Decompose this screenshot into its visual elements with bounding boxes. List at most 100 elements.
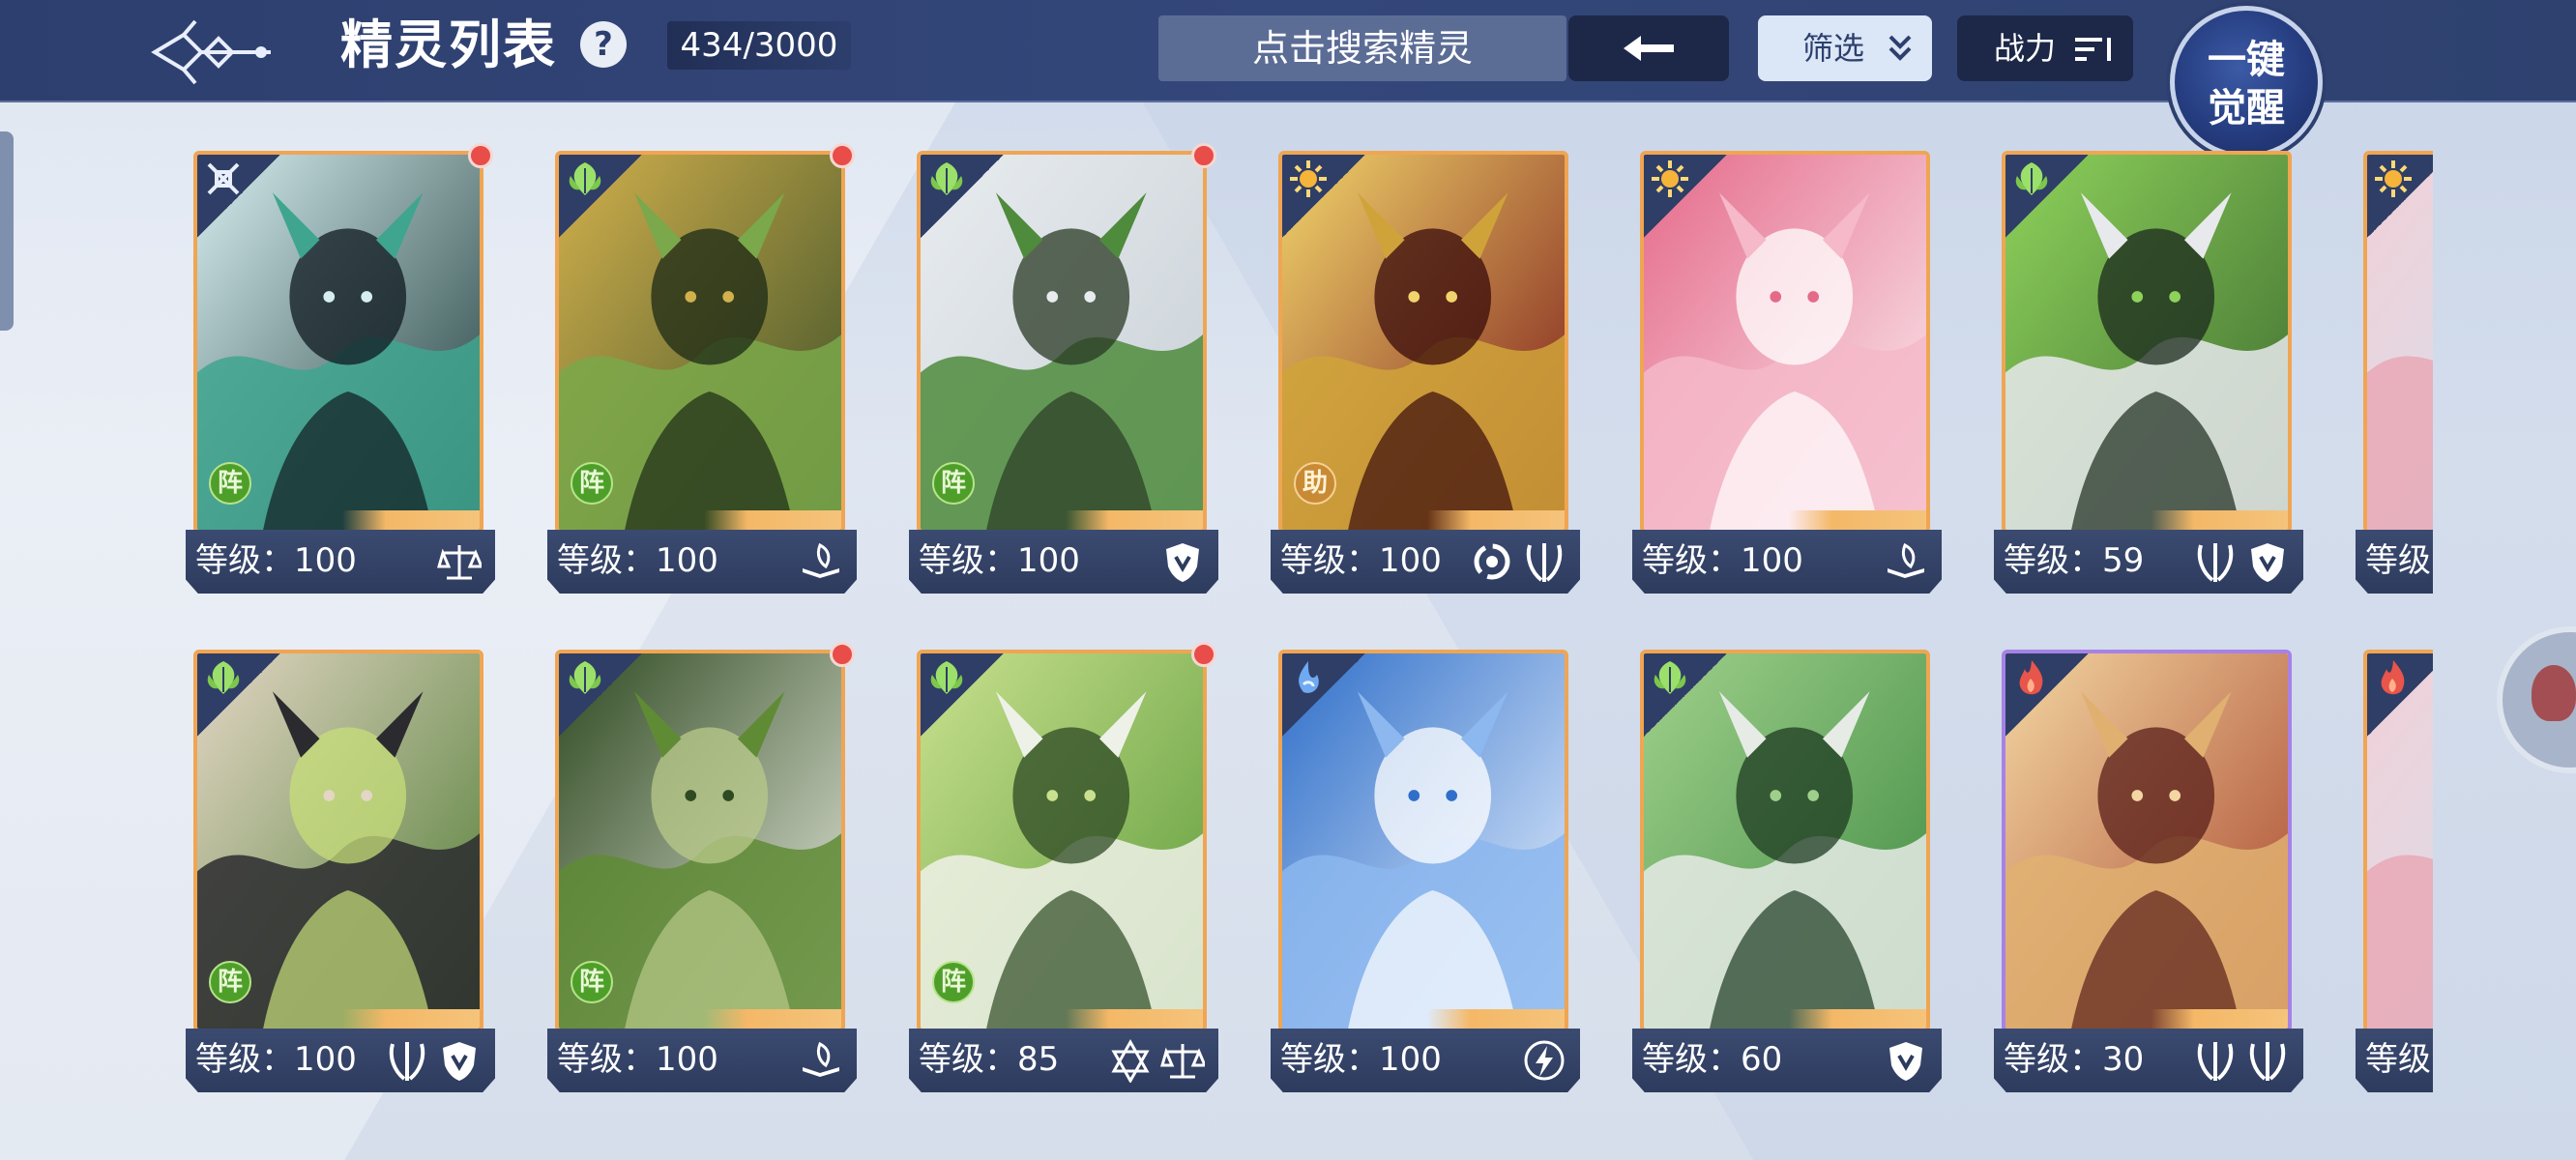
star-strip (2151, 1009, 2288, 1029)
trait-icons (1470, 539, 1566, 584)
spirit-card[interactable]: 阵等级：100 (186, 650, 495, 1094)
element-corner (2367, 653, 2433, 737)
level-bar: 等级：85 (909, 1029, 1218, 1092)
emblem-logo (145, 14, 280, 87)
spirit-card[interactable]: 阵等级：100 (186, 143, 495, 595)
trait-icons (799, 539, 843, 584)
spirit-portrait (1640, 650, 1930, 1032)
leaf-icon (1654, 661, 1686, 694)
mech-icon (207, 162, 240, 195)
shield-icon (1889, 1042, 1922, 1081)
shield-icon (1166, 543, 1199, 582)
spirit-card[interactable]: 等级：59 (1994, 151, 2303, 595)
book-icon (803, 542, 839, 578)
filter-button[interactable]: 筛选 (1758, 15, 1932, 81)
element-corner (559, 653, 642, 737)
trait-icons (1160, 539, 1205, 584)
spirit-card[interactable]: 等级 (2356, 650, 2433, 1094)
star-strip (2151, 510, 2288, 530)
side-drawer-tab[interactable] (0, 131, 14, 331)
arrow-left-icon (1624, 36, 1674, 61)
balance-icon (1160, 1044, 1205, 1079)
spirit-portrait: 阵 (917, 650, 1207, 1032)
spirit-card[interactable]: 等级：100 (1271, 650, 1580, 1094)
level-bar: 等级：100 (909, 530, 1218, 594)
sort-icon (2075, 38, 2111, 61)
spirit-portrait (1640, 151, 1930, 534)
sort-power-button[interactable]: 战力 (1957, 15, 2133, 81)
element-corner (1644, 155, 1727, 238)
formation-badge: 阵 (209, 961, 251, 1003)
star-strip (342, 510, 480, 530)
spirit-portrait: 阵 (917, 151, 1207, 534)
trait-icons (1522, 1038, 1566, 1083)
spirit-portrait (2002, 151, 2292, 534)
sun-icon (1290, 160, 1327, 197)
element-corner (921, 155, 1004, 238)
level-bar: 等级 (2356, 530, 2433, 594)
star-strip (704, 1009, 841, 1029)
chevron-down-double-icon (1888, 15, 1913, 105)
sun-icon (1652, 160, 1688, 197)
level-label: 等级 (2365, 541, 2431, 580)
page-title: 精灵列表 (340, 14, 557, 75)
element-corner (1282, 653, 1365, 737)
spirit-portrait: 阵 (193, 151, 483, 534)
leaf-icon (2015, 162, 2048, 195)
shield-icon (443, 1042, 476, 1081)
trait-icons (1884, 539, 1928, 584)
assist-badge: 助 (1294, 462, 1336, 505)
claw-icon (389, 1042, 425, 1081)
star-strip (1066, 510, 1203, 530)
star-strip (704, 510, 841, 530)
spirit-card[interactable]: 阵等级：85 (909, 642, 1218, 1094)
leaf-icon (569, 661, 601, 694)
trait-icons (1884, 1038, 1928, 1083)
level-label: 等级：100 (1642, 541, 1803, 580)
search-input[interactable]: 点击搜索精灵 (1158, 15, 1566, 81)
trait-icons (2193, 1038, 2290, 1083)
formation-badge: 阵 (571, 961, 613, 1003)
spirit-card[interactable]: 等级 (2356, 151, 2433, 595)
level-label: 等级 (2365, 1040, 2431, 1079)
spirit-card[interactable]: 阵等级：100 (909, 143, 1218, 595)
filter-label: 筛选 (1802, 30, 1865, 67)
element-corner (1282, 155, 1365, 238)
one-click-awaken-button[interactable]: 一键 觉醒 (2170, 6, 2323, 159)
level-bar: 等级：100 (547, 530, 857, 594)
vortex-icon (1474, 543, 1510, 580)
claw-icon (2197, 1042, 2234, 1081)
star-strip (1789, 510, 1926, 530)
spirit-card[interactable]: 阵等级：100 (547, 143, 857, 595)
sun-icon (2375, 160, 2412, 197)
level-label: 等级：85 (919, 1040, 1060, 1079)
spirit-card[interactable]: 等级：100 (1632, 151, 1942, 595)
level-label: 等级：59 (2004, 541, 2145, 580)
level-label: 等级：100 (1280, 541, 1442, 580)
leaf-icon (207, 661, 240, 694)
book-icon (803, 1041, 839, 1077)
level-bar: 等级：59 (1994, 530, 2303, 594)
element-corner (2005, 155, 2089, 238)
spirit-card[interactable]: 等级：30 (1994, 650, 2303, 1094)
spirit-card[interactable]: 助等级：100 (1271, 151, 1580, 595)
book-icon (1888, 542, 1924, 578)
help-button[interactable]: ? (580, 21, 627, 68)
level-label: 等级：60 (1642, 1040, 1783, 1079)
level-label: 等级：100 (195, 541, 357, 580)
claw-icon (1526, 543, 1563, 582)
level-bar: 等级：100 (186, 1029, 495, 1092)
trait-icons (437, 539, 482, 584)
claw-icon (2249, 1042, 2286, 1081)
fire-icon (2381, 660, 2405, 695)
balance-icon (437, 545, 482, 580)
level-bar: 等级：100 (186, 530, 495, 594)
element-corner (197, 653, 280, 737)
lightning-icon (1524, 1040, 1565, 1081)
spirit-card[interactable]: 阵等级：100 (547, 642, 857, 1094)
claw-icon (2197, 543, 2234, 582)
spirit-card[interactable]: 等级：60 (1632, 650, 1942, 1094)
level-bar: 等级 (2356, 1029, 2433, 1092)
back-button[interactable] (1568, 15, 1729, 81)
element-corner (197, 155, 280, 238)
